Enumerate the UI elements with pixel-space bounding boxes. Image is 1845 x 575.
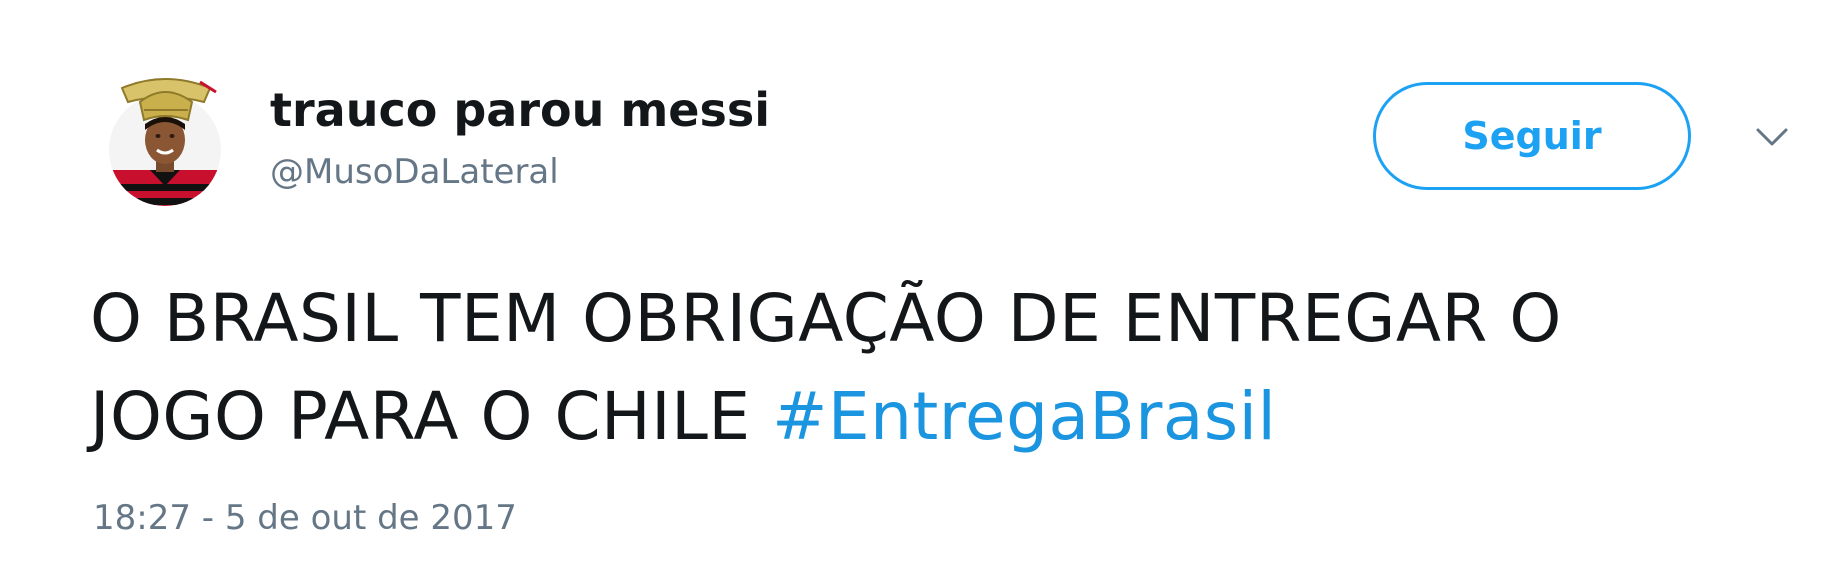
avatar[interactable] <box>100 62 230 212</box>
timestamp[interactable]: 18:27 - 5 de out de 2017 <box>93 496 517 540</box>
chevron-down-icon[interactable] <box>1752 122 1792 152</box>
tweet-card: trauco parou messi @MusoDaLateral Seguir… <box>0 0 1845 575</box>
tweet-text-line: O BRASIL TEM OBRIGAÇÃO DE ENTREGAR O <box>90 280 1562 357</box>
tweet-text-line: JOGO PARA O CHILE #EntregaBrasil <box>90 368 1790 466</box>
tweet-text: O BRASIL TEM OBRIGAÇÃO DE ENTREGAR O JOG… <box>90 270 1790 466</box>
display-name[interactable]: trauco parou messi <box>270 80 770 140</box>
follow-button[interactable]: Seguir <box>1373 82 1691 190</box>
username[interactable]: @MusoDaLateral <box>270 150 559 194</box>
hashtag-link[interactable]: #EntregaBrasil <box>772 378 1276 455</box>
tweet-text-segment: JOGO PARA O CHILE <box>90 378 773 455</box>
